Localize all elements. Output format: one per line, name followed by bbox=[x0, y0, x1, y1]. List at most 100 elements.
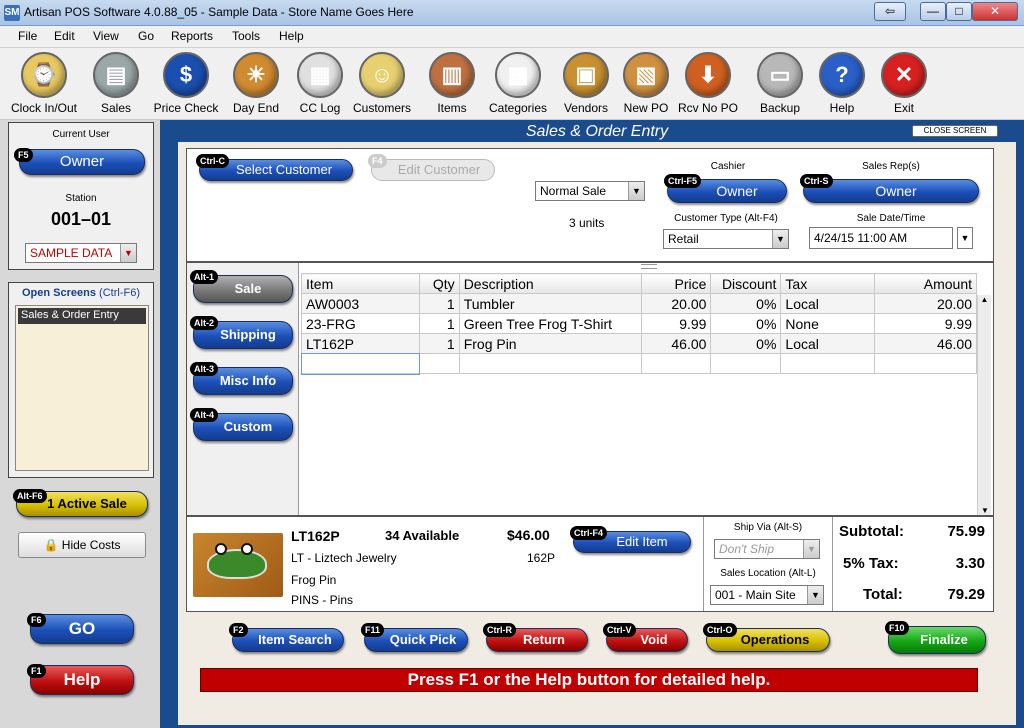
cell-tax[interactable]: Local bbox=[780, 333, 876, 354]
shortcut-badge: Alt-1 bbox=[190, 270, 218, 284]
date-dropdown-icon[interactable]: ▼ bbox=[957, 227, 973, 249]
column-header-qty[interactable]: Qty bbox=[418, 273, 460, 294]
sale-type-value: Normal Sale bbox=[540, 184, 607, 198]
edit-item-button[interactable]: Ctrl-F4 Edit Item bbox=[570, 526, 691, 553]
cashier-button[interactable]: Ctrl-F5 Owner bbox=[664, 174, 787, 203]
tab-sale[interactable]: Alt-1 Sale bbox=[190, 270, 293, 303]
column-header-price[interactable]: Price bbox=[640, 273, 712, 294]
cell-item[interactable]: LT162P bbox=[301, 333, 420, 354]
cell-tax[interactable]: Local bbox=[780, 293, 876, 314]
column-header-amount[interactable]: Amount bbox=[874, 273, 977, 294]
cell-discount[interactable]: 0% bbox=[710, 293, 782, 314]
column-header-discount[interactable]: Discount bbox=[710, 273, 782, 294]
cell-price[interactable]: 46.00 bbox=[640, 333, 712, 354]
scroll-up-icon[interactable]: ▲ bbox=[978, 295, 991, 304]
cell-price[interactable]: 9.99 bbox=[640, 313, 712, 334]
hide-costs-button[interactable]: 🔒 Hide Costs bbox=[18, 532, 146, 558]
chevron-down-icon: ▼ bbox=[807, 586, 823, 604]
cell-empty[interactable] bbox=[458, 353, 642, 374]
menu-edit[interactable]: Edit bbox=[54, 29, 75, 43]
shortcut-badge: Ctrl-S bbox=[800, 174, 833, 188]
operations-button[interactable]: Ctrl-O Operations bbox=[703, 623, 830, 652]
customer-type-select[interactable]: Retail ▼ bbox=[663, 229, 789, 249]
menu-file[interactable]: File bbox=[18, 29, 37, 43]
cell-qty[interactable]: 1 bbox=[418, 333, 460, 354]
menu-go[interactable]: Go bbox=[138, 29, 154, 43]
edit-customer-button[interactable]: F4 Edit Customer bbox=[368, 154, 495, 181]
help-label: Help bbox=[63, 670, 101, 689]
cell-empty[interactable] bbox=[640, 353, 712, 374]
item-photo bbox=[193, 533, 283, 597]
table-row[interactable]: 23-FRG 1 Green Tree Frog T-Shirt 9.99 0% None… bbox=[301, 313, 977, 334]
item-category: PINS - Pins bbox=[291, 593, 354, 607]
void-button[interactable]: Ctrl-V Void bbox=[603, 623, 688, 652]
cell-tax[interactable]: None bbox=[780, 313, 876, 334]
data-select[interactable]: SAMPLE DATA ▼ bbox=[25, 243, 137, 263]
scroll-down-icon[interactable]: ▼ bbox=[978, 506, 992, 515]
close-screen-button[interactable]: CLOSE SCREEN bbox=[912, 125, 998, 137]
column-header-item[interactable]: Item bbox=[301, 273, 420, 294]
select-customer-button[interactable]: Ctrl-C Select Customer bbox=[196, 154, 353, 181]
return-button[interactable]: Ctrl-R Return bbox=[483, 623, 588, 652]
column-header-description[interactable]: Description bbox=[458, 273, 642, 294]
cell-empty[interactable] bbox=[780, 353, 876, 374]
tab-misc-info[interactable]: Alt-3 Misc Info bbox=[190, 362, 293, 395]
back-button[interactable]: ⇦ bbox=[874, 2, 906, 21]
active-sale-button[interactable]: Alt-F6 1 Active Sale bbox=[13, 489, 148, 517]
help-button[interactable]: F1 Help bbox=[27, 664, 134, 695]
minimize-button[interactable]: — bbox=[920, 2, 946, 21]
cell-qty[interactable]: 1 bbox=[418, 293, 460, 314]
cell-discount[interactable]: 0% bbox=[710, 313, 782, 334]
cell-empty[interactable] bbox=[710, 353, 782, 374]
cell-item[interactable]: AW0003 bbox=[301, 293, 420, 314]
tab-custom[interactable]: Alt-4 Custom bbox=[190, 408, 293, 441]
toolbar-price-check-button[interactable]: $ Price Check bbox=[148, 52, 224, 115]
menu-help[interactable]: Help bbox=[279, 29, 304, 43]
table-row-new[interactable] bbox=[300, 352, 977, 375]
cell-amount[interactable]: 20.00 bbox=[874, 293, 977, 314]
cell-price[interactable]: 20.00 bbox=[640, 293, 712, 314]
toolbar-exit-button[interactable]: ✕ Exit bbox=[866, 52, 942, 115]
open-screen-item[interactable]: Sales & Order Entry bbox=[18, 308, 146, 324]
cell-description[interactable]: Frog Pin bbox=[458, 333, 642, 354]
toolbar-categories-button[interactable]: ▩ Categories bbox=[480, 52, 556, 115]
quick-pick-button[interactable]: F11 Quick Pick bbox=[361, 623, 468, 652]
toolbar-items-button[interactable]: ▥ Items bbox=[414, 52, 490, 115]
toolbar-sales-button[interactable]: ▤ Sales bbox=[78, 52, 154, 115]
sale-date-input[interactable]: 4/24/15 11:00 AM bbox=[809, 227, 953, 249]
toolbar-customers-button[interactable]: ☺ Customers bbox=[344, 52, 420, 115]
sale-type-select[interactable]: Normal Sale ▼ bbox=[535, 181, 645, 201]
item-search-button[interactable]: F2 Item Search bbox=[229, 623, 344, 652]
help-icon: ? bbox=[819, 52, 865, 98]
sales-location-select[interactable]: 001 - Main Site ▼ bbox=[710, 585, 824, 605]
column-header-tax[interactable]: Tax bbox=[780, 273, 876, 294]
table-row[interactable]: LT162P 1 Frog Pin 46.00 0% Local 46.00 bbox=[301, 333, 977, 354]
toolbar-clock-in-out-button[interactable]: ⌚ Clock In/Out bbox=[6, 52, 82, 115]
menu-view[interactable]: View bbox=[93, 29, 119, 43]
cell-description[interactable]: Tumbler bbox=[458, 293, 642, 314]
maximize-button[interactable]: □ bbox=[946, 2, 972, 21]
finalize-button[interactable]: F10 Finalize bbox=[885, 621, 986, 654]
cell-empty[interactable] bbox=[300, 352, 421, 375]
table-row[interactable]: AW0003 1 Tumbler 20.00 0% Local 20.00 bbox=[301, 293, 977, 314]
toolbar-rcv-no-po-button[interactable]: ⬇ Rcv No PO bbox=[670, 52, 746, 115]
ship-via-select[interactable]: Don't Ship ▼ bbox=[714, 539, 820, 559]
cell-item[interactable]: 23-FRG bbox=[301, 313, 420, 334]
cell-amount[interactable]: 9.99 bbox=[874, 313, 977, 334]
go-button[interactable]: F6 GO bbox=[27, 613, 134, 644]
cell-qty[interactable]: 1 bbox=[418, 313, 460, 334]
cell-discount[interactable]: 0% bbox=[710, 333, 782, 354]
exit-icon: ✕ bbox=[881, 52, 927, 98]
grid-scrollbar[interactable]: ▲ ▼ bbox=[977, 295, 991, 515]
menu-tools[interactable]: Tools bbox=[232, 29, 260, 43]
cell-empty[interactable] bbox=[874, 353, 977, 374]
current-user-button[interactable]: F5 Owner bbox=[14, 148, 145, 175]
cell-empty[interactable] bbox=[418, 353, 460, 374]
grid-splitter-handle[interactable] bbox=[641, 264, 657, 269]
cell-amount[interactable]: 46.00 bbox=[874, 333, 977, 354]
tab-shipping[interactable]: Alt-2 Shipping bbox=[190, 316, 293, 349]
sales-rep-button[interactable]: Ctrl-S Owner bbox=[800, 174, 979, 203]
menu-reports[interactable]: Reports bbox=[171, 29, 213, 43]
close-button[interactable]: ✕ bbox=[972, 2, 1018, 21]
cell-description[interactable]: Green Tree Frog T-Shirt bbox=[458, 313, 642, 334]
